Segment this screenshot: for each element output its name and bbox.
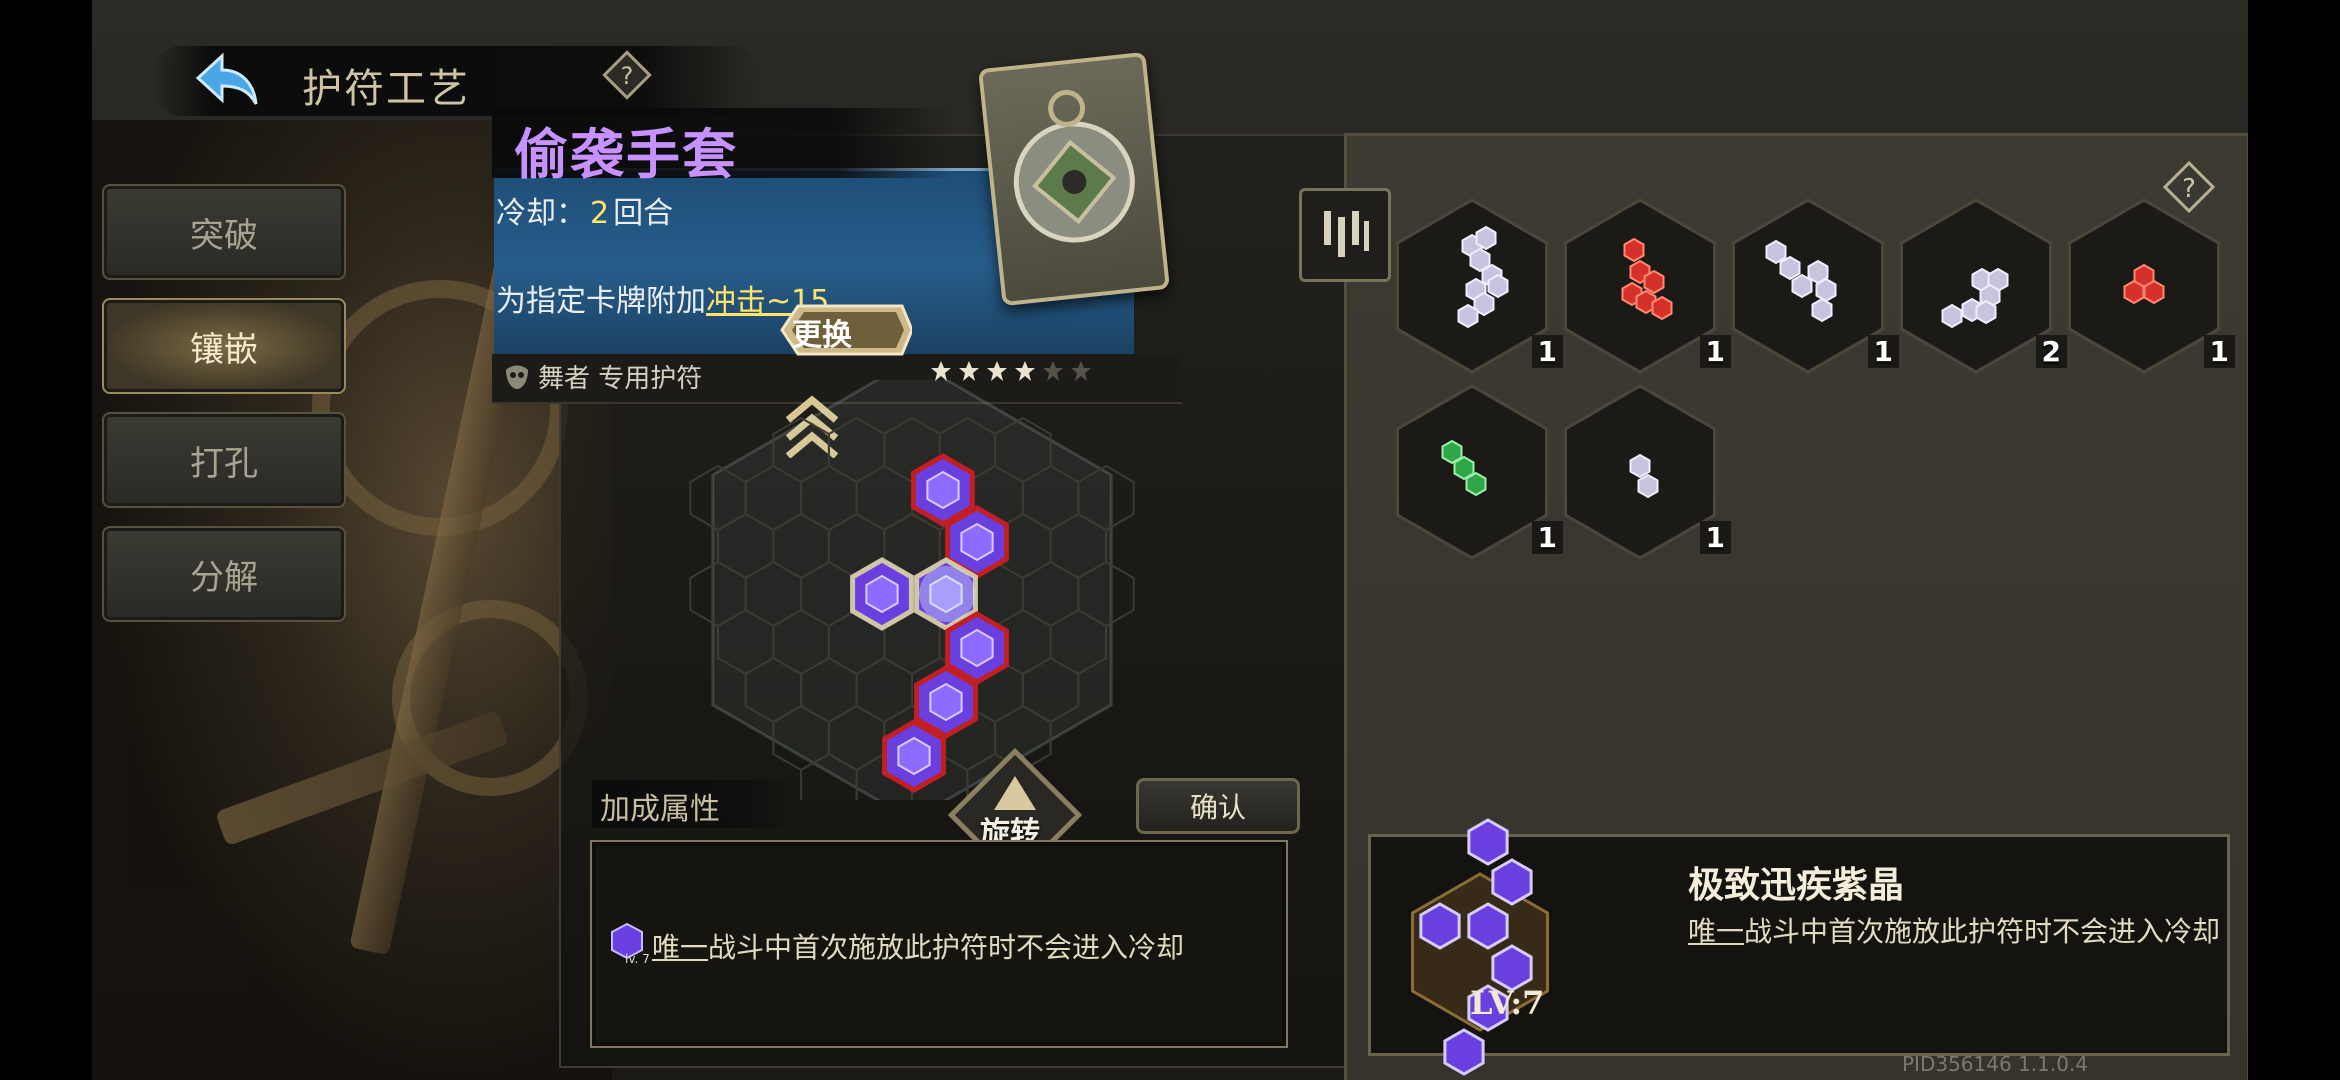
help-icon[interactable]: ? [600,48,654,102]
build-info: PID356146 1.1.0.4 [1902,1052,2089,1076]
bonus-attributes-box: lv. 7 唯一战斗中首次施放此护符时不会进入冷却 [590,840,1288,1048]
green-gem-icon [1465,471,1487,497]
red-gem-icon [1651,295,1673,321]
gem-slot[interactable]: 1 [1555,196,1731,376]
gem-keyword-link[interactable]: 唯一 [1688,915,1744,948]
white-gem-icon [1637,473,1659,499]
star-icon [1043,361,1063,381]
gem-count: 1 [2203,335,2235,368]
nav-inlay-button[interactable]: 镶嵌 [102,298,346,394]
gem-slot[interactable]: 1 [1387,196,1563,376]
charm-card-image [978,51,1170,307]
charm-stars [930,360,1092,382]
star-icon [987,361,1007,381]
purple-gem-icon [1467,902,1509,950]
hex-board[interactable] [562,380,1262,800]
white-gem-icon [1629,453,1651,479]
nav-breakthrough-button[interactable]: 突破 [102,184,346,280]
white-gem-icon [1941,303,1963,329]
gem-description: 唯一战斗中首次施放此护符时不会进入冷却 [1688,915,2221,948]
red-gem-icon [2143,279,2165,305]
white-gem-icon [1975,299,1997,325]
gem-slot[interactable]: 1 [1555,382,1731,562]
charm-cooldown: 冷却： 2 回合 [496,196,674,231]
purple-gem-icon [1419,902,1461,950]
gem-count: 1 [1699,521,1731,554]
purple-gem-icon [1491,858,1533,906]
bonus-effect-text: 唯一战斗中首次施放此护符时不会进入冷却 [652,931,1185,964]
white-gem-icon [1487,273,1509,299]
nav-decompose-button[interactable]: 分解 [102,526,346,622]
gem-slot[interactable]: 2 [1891,196,2067,376]
confirm-button[interactable]: 确认 [1136,778,1300,834]
white-gem-icon [1811,297,1833,323]
purple-gem-icon [1467,818,1509,866]
page-title: 护符工艺 [302,66,470,112]
star-icon [931,361,951,381]
nav-punch-button[interactable]: 打孔 [102,412,346,508]
white-gem-icon [1815,277,1837,303]
star-icon [1071,361,1091,381]
star-icon [1015,361,1035,381]
header: 护符工艺 ? [152,28,762,118]
filter-button[interactable] [1299,188,1391,282]
bonus-title-banner: 加成属性 [592,780,802,828]
white-gem-icon [1779,255,1801,281]
white-gem-icon [1765,239,1787,265]
gem-name: 极致迅疾紫晶 [1688,864,1905,906]
white-gem-icon [1475,225,1497,251]
purple-gem-icon [1443,1028,1485,1076]
white-gem-icon [1457,303,1479,329]
star-icon [959,361,979,381]
gem-slot[interactable]: 1 [1387,382,1563,562]
charm-name: 偷袭手套 [514,122,738,186]
gem-level: LV:7 [1470,984,1545,1022]
selected-gem-shape-icon [1411,818,1549,1076]
gem-slot[interactable]: 1 [1723,196,1899,376]
red-gem-icon [2123,279,2145,305]
red-gem-icon [1623,237,1645,263]
svg-text:?: ? [621,62,634,90]
bonus-keyword-link[interactable]: 唯一 [652,931,708,964]
gem-slot[interactable]: 1 [2059,196,2235,376]
mask-icon [506,365,528,389]
back-arrow-icon[interactable] [192,50,264,112]
filter-icon [1324,211,1369,257]
red-gem-icon [1643,269,1665,295]
game-stage: 护符工艺 ? 突破 镶嵌 打孔 分解 偷袭手套 冷却： 2 回合 为指定卡牌附加冲击… [92,0,2248,1080]
